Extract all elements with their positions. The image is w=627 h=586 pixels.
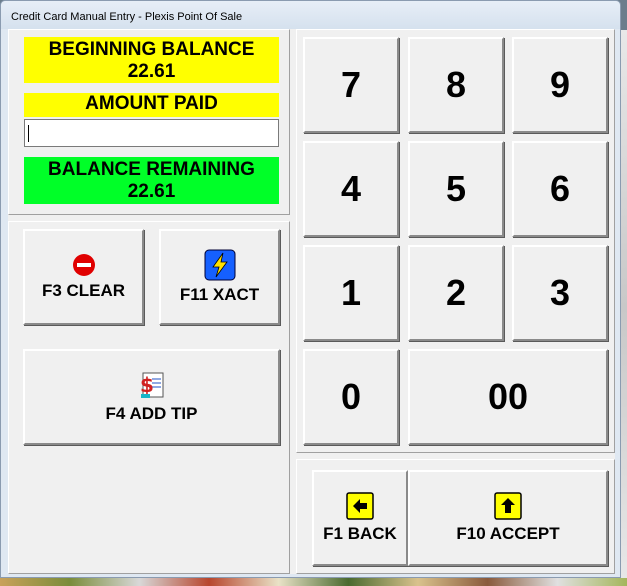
arrow-up-icon (494, 492, 522, 520)
key-7[interactable]: 7 (303, 37, 399, 133)
add-tip-button-label: F4 ADD TIP (105, 404, 198, 423)
arrow-left-icon (346, 492, 374, 520)
balance-remaining-box: BALANCE REMAINING 22.61 (24, 157, 279, 204)
svg-text:$: $ (140, 373, 154, 397)
key-label: 5 (445, 168, 467, 209)
add-tip-button[interactable]: $ F4 ADD TIP (23, 349, 280, 445)
key-1[interactable]: 1 (303, 245, 399, 341)
title-bar[interactable]: Credit Card Manual Entry - Plexis Point … (1, 1, 620, 29)
key-label: 1 (340, 272, 362, 313)
background-strip (0, 578, 627, 586)
key-label: 6 (549, 168, 571, 209)
background-right (621, 30, 627, 586)
key-label: 4 (340, 168, 362, 209)
balance-remaining-value: 22.61 (127, 181, 176, 202)
key-6[interactable]: 6 (512, 141, 608, 237)
text-caret (28, 125, 29, 142)
lightning-icon (204, 249, 236, 281)
amount-paid-label: AMOUNT PAID (85, 93, 218, 114)
key-0[interactable]: 0 (303, 349, 399, 445)
actions-panel: F3 CLEAR F11 XACT $ F4 ADD TIP (8, 221, 290, 574)
key-9[interactable]: 9 (512, 37, 608, 133)
navigation-panel: F1 BACK F10 ACCEPT (296, 459, 615, 574)
amount-paid-label-box: AMOUNT PAID (24, 93, 279, 117)
clear-button[interactable]: F3 CLEAR (23, 229, 144, 325)
balances-panel: BEGINNING BALANCE 22.61 AMOUNT PAID BALA… (8, 29, 290, 215)
key-00[interactable]: 00 (408, 349, 608, 445)
beginning-balance-box: BEGINNING BALANCE 22.61 (24, 37, 279, 83)
exact-button[interactable]: F11 XACT (159, 229, 280, 325)
clear-button-label: F3 CLEAR (41, 281, 126, 300)
key-label: 00 (487, 376, 529, 417)
beginning-balance-label: BEGINNING BALANCE (48, 39, 255, 60)
dialog-window: Credit Card Manual Entry - Plexis Point … (0, 0, 621, 578)
key-label: 3 (549, 272, 571, 313)
key-label: 0 (340, 376, 362, 417)
receipt-dollar-icon: $ (137, 370, 167, 400)
accept-button-label: F10 ACCEPT (456, 524, 560, 543)
back-button[interactable]: F1 BACK (312, 470, 408, 566)
keypad-panel: 7 8 9 4 5 6 1 2 3 0 00 (296, 29, 615, 453)
key-2[interactable]: 2 (408, 245, 504, 341)
key-label: 9 (549, 64, 571, 105)
key-label: 2 (445, 272, 467, 313)
accept-button[interactable]: F10 ACCEPT (408, 470, 608, 566)
dialog-client: BEGINNING BALANCE 22.61 AMOUNT PAID BALA… (8, 29, 615, 574)
key-5[interactable]: 5 (408, 141, 504, 237)
key-3[interactable]: 3 (512, 245, 608, 341)
beginning-balance-value: 22.61 (127, 61, 176, 82)
window-title: Credit Card Manual Entry - Plexis Point … (11, 11, 243, 23)
key-8[interactable]: 8 (408, 37, 504, 133)
key-label: 8 (445, 64, 467, 105)
back-button-label: F1 BACK (323, 524, 397, 543)
key-4[interactable]: 4 (303, 141, 399, 237)
key-label: 7 (340, 64, 362, 105)
no-entry-icon (72, 253, 96, 277)
exact-button-label: F11 XACT (179, 285, 260, 304)
amount-paid-input[interactable] (24, 119, 279, 147)
balance-remaining-label: BALANCE REMAINING (48, 159, 255, 180)
